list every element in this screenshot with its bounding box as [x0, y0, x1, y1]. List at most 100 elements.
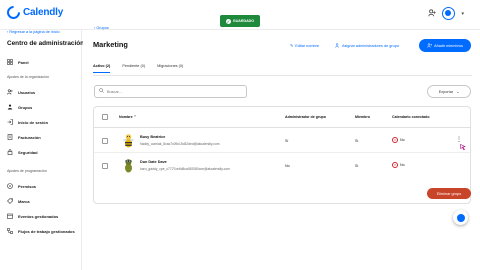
member-value: Sí [355, 139, 359, 143]
search-input[interactable] [107, 89, 227, 94]
column-header-name-label: Nombre [119, 115, 133, 119]
tab-pending[interactable]: Pendiente (0) [122, 64, 145, 73]
users-icon [7, 89, 13, 95]
sidebar-item-managed-events[interactable]: Eventos gestionados [7, 213, 58, 219]
permissions-icon [7, 183, 13, 189]
calendly-logo-icon [4, 3, 23, 22]
calendar-status: × No [392, 162, 405, 168]
column-header-group-admin: Administrador de grupo [285, 115, 326, 119]
calendar-status: × No [392, 137, 405, 143]
assign-admins-button[interactable]: Asignar administradores de grupo [335, 43, 399, 49]
search-box[interactable] [94, 85, 247, 98]
edit-name-button[interactable]: ✎ Editar nombre [290, 43, 320, 49]
saved-label: GUARDADO [232, 19, 255, 23]
sidebar-item-security[interactable]: Seguridad [7, 149, 38, 155]
table-row: Dun Date Dave haru_gaddy_cpe_c7727ce6d5c… [94, 154, 470, 178]
member-value: Sí [355, 164, 359, 168]
select-all-checkbox[interactable] [102, 114, 108, 120]
check-icon: ✓ [225, 18, 231, 24]
bee-avatar [123, 134, 134, 148]
workflow-icon [7, 228, 13, 234]
sidebar-item-managed-workflows[interactable]: Flujos de trabajo gestionados [7, 228, 75, 234]
sidebar-item-brand[interactable]: Marca [7, 198, 30, 204]
sidebar-item-label: Inicio de sesión [18, 119, 49, 125]
table-row: Busy Beatrice haddy_oomiak_8cac7c09c15d3… [94, 129, 470, 153]
help-widget-button[interactable] [453, 210, 468, 225]
chevron-down-icon[interactable]: ▾ [461, 11, 464, 17]
sidebar-item-label: Seguridad [18, 149, 38, 155]
delete-group-button[interactable]: Eliminar grupo [427, 188, 471, 199]
page-title: Marketing [93, 40, 128, 49]
column-header-member: Miembro [355, 115, 370, 119]
saved-status-badge: ✓ GUARDADO [220, 15, 260, 27]
edit-name-label: Editar nombre [295, 43, 320, 48]
brand-icon [7, 198, 13, 204]
breadcrumb[interactable]: ‹ Grupos [94, 26, 109, 30]
user-add-icon[interactable] [428, 8, 437, 19]
table-header: Nombre ⌃ Administrador de grupo Miembro … [94, 107, 470, 128]
sidebar-item-users[interactable]: Usuarios [7, 89, 35, 95]
export-label: Exportar [438, 89, 454, 94]
sidebar-item-label: Flujos de trabajo gestionados [18, 228, 75, 234]
close-circle-icon: × [392, 162, 398, 168]
sidebar-item-billing[interactable]: Facturación [7, 134, 41, 140]
shield-icon [7, 149, 13, 155]
member-email: haru_gaddy_cpe_c7727ce6d5ca052080cce@akc… [140, 167, 230, 171]
search-icon [99, 88, 104, 95]
sidebar-title: Centro de administración [7, 40, 85, 47]
group-admin-value: No [285, 164, 290, 168]
row-checkbox[interactable] [102, 138, 108, 144]
member-tabs: Activo (2) Pendiente (0) Migraciones (0) [93, 64, 195, 73]
sidebar-item-permissions[interactable]: Permisos [7, 183, 36, 189]
tabs-divider [93, 75, 472, 76]
calendar-status-label: No [400, 138, 405, 142]
back-link-label: Regresar a la página de inicio [9, 30, 60, 34]
sidebar-item-login[interactable]: Inicio de sesión [7, 119, 48, 125]
breadcrumb-label: Grupos [96, 26, 109, 30]
sort-up-icon: ⌃ [133, 115, 137, 119]
group-admin-value: Sí [285, 139, 289, 143]
calendar-status-label: No [400, 163, 405, 167]
groups-icon [7, 104, 13, 110]
login-icon [7, 119, 13, 125]
row-checkbox[interactable] [102, 163, 108, 169]
column-header-name[interactable]: Nombre ⌃ [119, 115, 137, 119]
member-name: Busy Beatrice [140, 135, 166, 139]
sidebar-item-panel[interactable]: Panel [7, 59, 29, 65]
user-add-icon [427, 42, 433, 49]
section-scheduling-settings: Ajustes de programación [7, 169, 47, 173]
chevron-down-icon: ⌄ [456, 90, 460, 94]
calendly-logo[interactable]: Calendly [4, 3, 64, 22]
add-members-button[interactable]: Añadir miembros [419, 39, 471, 52]
section-org-settings: Ajustes de la organización [7, 75, 49, 79]
sidebar-item-label: Panel [18, 59, 29, 65]
member-email: haddy_oomiak_8cac7c09c15d32ded@akcalendl… [140, 142, 220, 146]
sidebar-item-label: Permisos [18, 183, 37, 189]
user-shield-icon [335, 43, 340, 49]
member-name: Dun Date Dave [140, 160, 167, 164]
mouse-cursor-icon [460, 144, 466, 150]
top-bar: Calendly ✓ GUARDADO ▾ [0, 0, 480, 30]
sidebar-item-label: Marca [18, 198, 30, 204]
sidebar-item-label: Eventos gestionados [18, 213, 59, 219]
dino-avatar [125, 159, 132, 173]
account-avatar[interactable] [442, 7, 456, 20]
row-menu-button[interactable]: ⋮ [456, 137, 462, 143]
sidebar: ‹ Regresar a la página de inicio Centro … [0, 30, 85, 270]
sidebar-item-label: Facturación [18, 134, 41, 140]
sidebar-item-groups[interactable]: Grupos [7, 104, 32, 110]
tab-migrations[interactable]: Migraciones (0) [157, 64, 183, 73]
sidebar-item-label: Grupos [18, 104, 33, 110]
add-members-label: Añadir miembros [434, 43, 463, 48]
billing-icon [7, 134, 13, 140]
tab-active[interactable]: Activo (2) [93, 64, 111, 73]
close-circle-icon: × [392, 137, 398, 143]
back-to-home-link[interactable]: ‹ Regresar a la página de inicio [7, 30, 60, 34]
column-header-calendar: Calendario conectado [392, 115, 430, 119]
events-icon [7, 213, 13, 219]
assign-admins-label: Asignar administradores de grupo [342, 44, 399, 48]
members-table: Nombre ⌃ Administrador de grupo Miembro … [93, 106, 471, 204]
logo-text: Calendly [23, 7, 64, 18]
export-button[interactable]: Exportar ⌄ [427, 85, 471, 98]
grid-icon [7, 59, 13, 65]
